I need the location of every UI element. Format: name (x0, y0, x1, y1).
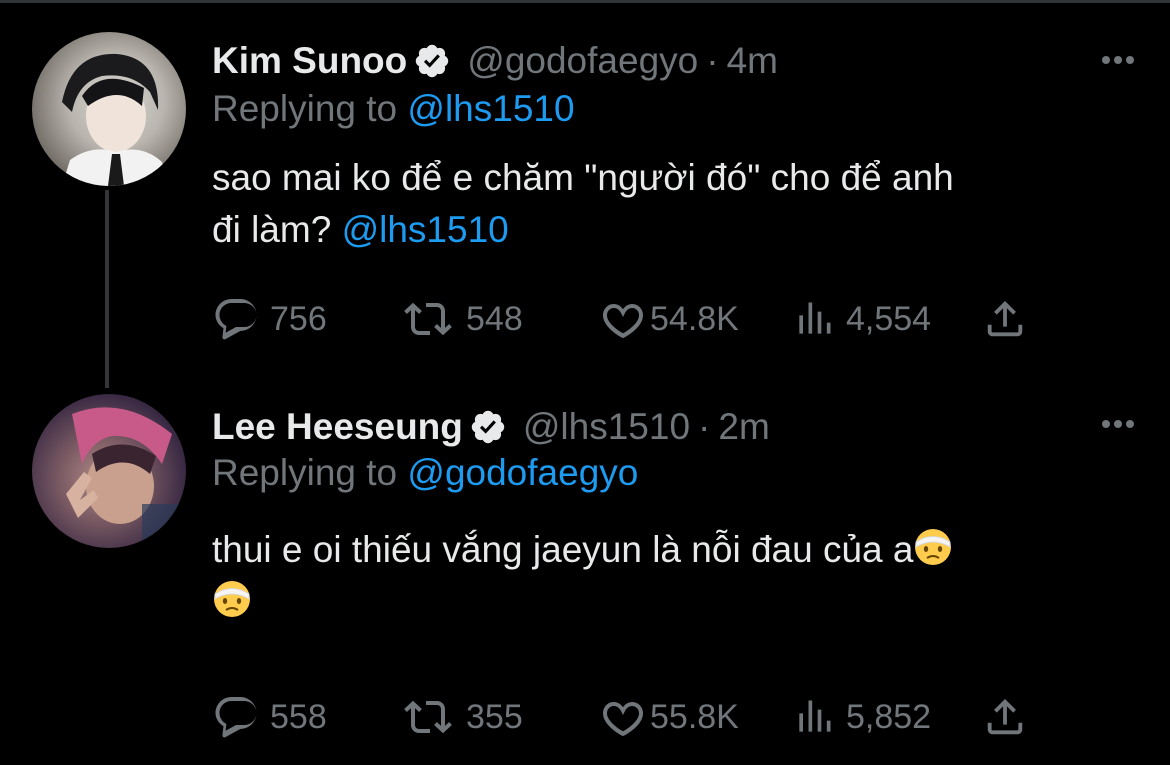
thread-connector (105, 190, 109, 388)
user-handle[interactable]: @godofaegyo (467, 40, 698, 82)
tweet-text-line (212, 576, 1112, 628)
tweet-text: thui e oi thiếu vắng jaeyun là nỗi đau c… (212, 524, 1112, 628)
like-button[interactable]: 54.8K (598, 294, 739, 344)
user-handle[interactable]: @lhs1510 (523, 406, 690, 448)
face-with-head-bandage-icon (214, 581, 250, 617)
heart-icon (603, 303, 643, 338)
views-icon (799, 302, 831, 334)
views-button[interactable]: 4,554 (792, 294, 931, 344)
timestamp[interactable]: 2m (718, 406, 769, 448)
like-count: 54.8K (650, 299, 739, 338)
share-button[interactable] (982, 692, 1028, 742)
mention-link[interactable]: @lhs1510 (342, 209, 509, 250)
more-options-icon[interactable] (1096, 402, 1140, 446)
share-icon (987, 300, 1023, 337)
reply-button[interactable]: 756 (212, 294, 327, 344)
reply-count: 558 (270, 697, 327, 736)
views-count: 4,554 (846, 299, 932, 338)
tweet-text-line: đi làm? @lhs1510 (212, 204, 1112, 256)
retweet-count: 548 (466, 299, 523, 338)
more-options-icon[interactable] (1096, 38, 1140, 82)
tweet-header: Kim Sunoo @godofaegyo · 4m (212, 40, 778, 82)
separator: · (698, 406, 711, 447)
avatar[interactable] (32, 394, 186, 548)
display-name[interactable]: Lee Heeseung (212, 406, 463, 448)
retweet-icon (404, 700, 452, 734)
share-button[interactable] (982, 294, 1028, 344)
like-count: 55.8K (650, 697, 739, 736)
tweet-text-segment: thui e oi thiếu vắng jaeyun là nỗi đau c… (212, 529, 914, 570)
views-button[interactable]: 5,852 (792, 692, 931, 742)
tweet-text: sao mai ko để e chăm "người đó" cho để a… (212, 152, 1112, 256)
replying-to: Replying to @godofaegyo (212, 452, 638, 494)
verified-badge-icon (471, 410, 505, 444)
replying-label: Replying to (212, 452, 408, 493)
separator: · (706, 40, 719, 81)
tweet-lee-heeseung[interactable]: Lee Heeseung @lhs1510 · 2m Replying to @… (0, 390, 1170, 765)
reply-icon (215, 697, 257, 738)
replying-mention-link[interactable]: @godofaegyo (407, 452, 638, 493)
face-with-head-bandage-icon (915, 529, 952, 565)
replying-label: Replying to (212, 88, 408, 129)
heart-icon (603, 701, 643, 736)
retweet-count: 355 (466, 697, 523, 736)
avatar[interactable] (32, 32, 186, 186)
replying-to: Replying to @lhs1510 (212, 88, 575, 130)
reply-icon (215, 299, 257, 340)
tweet-text-line: thui e oi thiếu vắng jaeyun là nỗi đau c… (212, 524, 1112, 576)
tweet-text-line: sao mai ko để e chăm "người đó" cho để a… (212, 157, 954, 198)
reply-button[interactable]: 558 (212, 692, 327, 742)
tweet-text-segment: đi làm? (212, 209, 342, 250)
views-icon (799, 700, 831, 732)
retweet-button[interactable]: 548 (400, 294, 523, 344)
reply-count: 756 (270, 299, 327, 338)
views-count: 5,852 (846, 697, 932, 736)
retweet-icon (404, 302, 452, 336)
display-name[interactable]: Kim Sunoo (212, 40, 407, 82)
replying-mention-link[interactable]: @lhs1510 (407, 88, 574, 129)
verified-badge-icon (416, 44, 449, 78)
retweet-button[interactable]: 355 (400, 692, 523, 742)
like-button[interactable]: 55.8K (598, 692, 739, 742)
share-icon (987, 698, 1023, 735)
tweet-kim-sunoo[interactable]: Kim Sunoo @godofaegyo · 4m Replying to @… (0, 0, 1170, 390)
tweet-actions: 558 355 55.8K 5,852 (212, 692, 1042, 742)
tweet-header: Lee Heeseung @lhs1510 · 2m (212, 406, 770, 448)
tweet-actions: 756 548 54.8K 4,554 (212, 294, 1042, 344)
timestamp[interactable]: 4m (727, 40, 778, 82)
